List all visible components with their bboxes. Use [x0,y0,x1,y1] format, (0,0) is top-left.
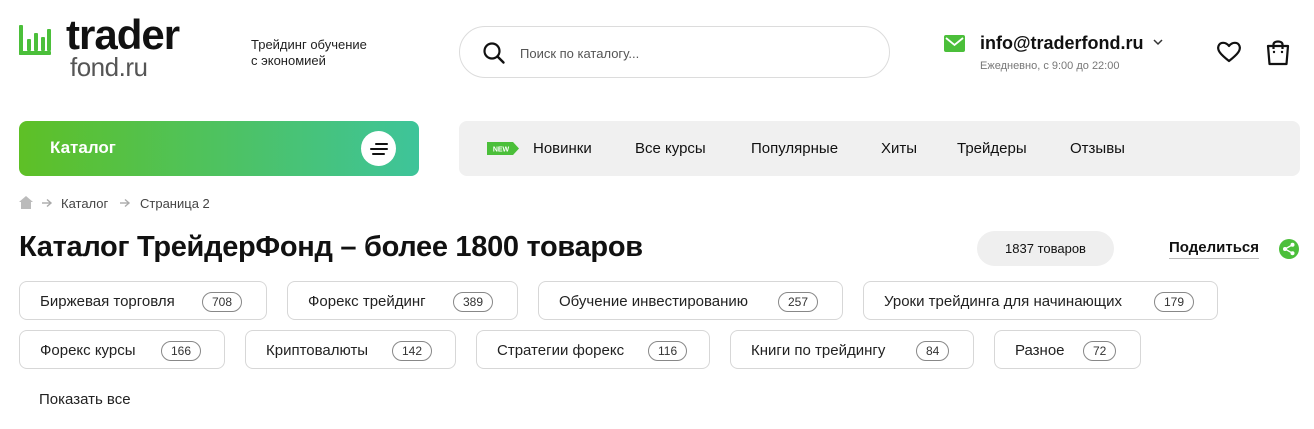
category-tag[interactable]: Уроки трейдинга для начинающих 179 [863,281,1218,320]
menu-item-popular[interactable]: Популярные [751,140,838,157]
breadcrumb-catalog[interactable]: Каталог [61,196,108,211]
search-icon[interactable] [482,41,506,65]
category-tag-label: Форекс курсы [40,342,136,359]
contact-hours: Ежедневно, с 9:00 до 22:00 [980,60,1120,72]
category-tag[interactable]: Биржевая торговля 708 [19,281,267,320]
new-badge-text: NEW [493,147,510,154]
category-tag-label: Книги по трейдингу [751,342,886,359]
bag-icon[interactable] [1265,38,1291,66]
category-tag[interactable]: Форекс трейдинг 389 [287,281,518,320]
logo[interactable]: trader fond.ru [18,13,233,82]
category-tag-count: 142 [392,341,433,361]
category-tag-label: Уроки трейдинга для начинающих [884,293,1123,310]
search-bar[interactable] [459,26,890,78]
menu-item-hits[interactable]: Хиты [881,140,917,157]
breadcrumb-current: Страница 2 [140,196,210,211]
category-tag-label: Криптовалюты [266,342,369,359]
contact-email[interactable]: info@traderfond.ru [980,33,1144,54]
tagline-line-2: с экономией [251,53,326,68]
product-count-badge: 1837 товаров [977,231,1114,266]
category-tag-label: Биржевая торговля [40,293,175,310]
tagline: Трейдинг обучение с экономией [251,37,367,69]
menu-item-novinki[interactable]: Новинки [533,140,592,157]
category-tag-count: 84 [916,341,950,361]
category-tag-label: Стратегии форекс [497,342,625,359]
category-tag[interactable]: Криптовалюты 142 [245,330,456,369]
category-tag-count: 179 [1154,292,1195,312]
category-tag-label: Форекс трейдинг [308,293,426,310]
logo-text-main: trader [66,11,180,58]
chart-bars-icon [19,25,51,55]
catalog-button[interactable]: Каталог [19,121,419,176]
category-tag-count: 708 [202,292,243,312]
show-all-link[interactable]: Показать все [39,391,131,408]
menu-lines-icon [370,143,388,155]
category-tag[interactable]: Обучение инвестированию 257 [538,281,843,320]
category-tag[interactable]: Форекс курсы 166 [19,330,225,369]
category-tag-count: 166 [161,341,202,361]
share-icon[interactable] [1279,239,1299,259]
page-title: Каталог ТрейдерФонд – более 1800 товаров [19,231,643,263]
new-badge: NEW [487,142,519,155]
category-tag-count: 257 [778,292,819,312]
home-icon[interactable] [19,196,33,209]
category-tag-count: 72 [1083,341,1117,361]
share-button[interactable]: Поделиться [1169,239,1260,259]
category-tag-count: 389 [453,292,494,312]
logo-text-sub: fond.ru [70,52,148,82]
category-tag[interactable]: Разное 72 [994,330,1141,369]
catalog-button-label: Каталог [50,138,116,157]
search-input[interactable] [520,41,860,65]
tagline-line-1: Трейдинг обучение [251,37,367,52]
menu-item-all-courses[interactable]: Все курсы [635,140,706,157]
category-tag[interactable]: Книги по трейдингу 84 [730,330,974,369]
arrow-right-icon [42,198,53,208]
category-tag-label: Разное [1015,342,1065,359]
mail-icon [944,35,965,52]
heart-icon[interactable] [1216,40,1242,64]
menu-item-traders[interactable]: Трейдеры [957,140,1027,157]
main-menu: NEW Новинки Все курсы Популярные Хиты Тр… [459,121,1300,176]
menu-item-reviews[interactable]: Отзывы [1070,140,1125,157]
menu-toggle[interactable] [361,131,396,166]
category-tag-count: 116 [648,341,688,361]
arrow-right-icon [120,198,131,208]
category-tag[interactable]: Стратегии форекс 116 [476,330,710,369]
chevron-down-icon[interactable] [1153,38,1163,46]
category-tag-label: Обучение инвестированию [559,293,749,310]
